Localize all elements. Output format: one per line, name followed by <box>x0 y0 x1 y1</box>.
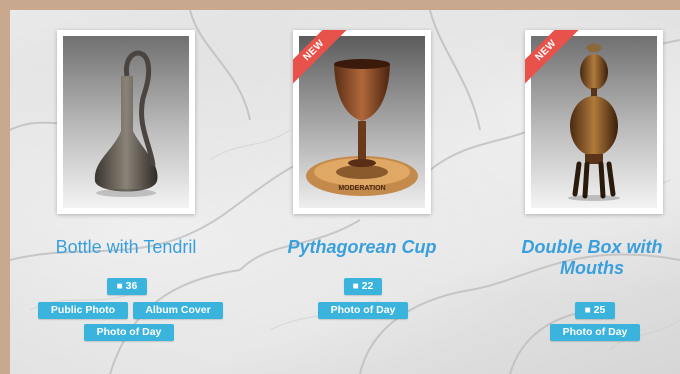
comment-icon: ■ <box>116 281 123 292</box>
new-ribbon: NEW <box>293 30 353 90</box>
item-thumbnail[interactable]: NEW <box>525 30 663 214</box>
new-badge-label: NEW <box>525 30 583 87</box>
comment-count: 36 <box>125 280 138 292</box>
plate-engraving: MODERATION <box>338 185 385 192</box>
item-title[interactable]: Double Box with Mouths <box>504 237 680 279</box>
comment-count-badge[interactable]: ■ 22 <box>344 278 382 295</box>
tag-photo-of-day[interactable]: Photo of Day <box>84 324 174 341</box>
gallery-panel: Bottle with Tendril ■ 36 Public Photo Alb… <box>10 10 680 374</box>
comment-count-badge[interactable]: ■ 36 <box>107 278 147 295</box>
tag-photo-of-day[interactable]: Photo of Day <box>318 302 408 319</box>
item-thumbnail[interactable] <box>57 30 195 214</box>
comment-count: 22 <box>361 280 374 292</box>
tag-photo-of-day[interactable]: Photo of Day <box>550 324 640 341</box>
item-photo <box>63 36 189 208</box>
tag-public-photo[interactable]: Public Photo <box>38 302 128 319</box>
comment-count: 25 <box>593 304 606 316</box>
item-thumbnail[interactable]: MODERATION NEW <box>293 30 431 214</box>
item-title[interactable]: Bottle with Tendril <box>34 237 218 258</box>
new-badge-label: NEW <box>293 30 351 87</box>
item-title[interactable]: Pythagorean Cup <box>265 237 459 258</box>
tag-album-cover[interactable]: Album Cover <box>133 302 223 319</box>
comment-icon: ■ <box>584 305 591 316</box>
comment-count-badge[interactable]: ■ 25 <box>575 302 615 319</box>
comment-icon: ■ <box>352 281 359 292</box>
bottle-with-tendril-image <box>94 50 158 197</box>
new-ribbon: NEW <box>525 30 585 90</box>
